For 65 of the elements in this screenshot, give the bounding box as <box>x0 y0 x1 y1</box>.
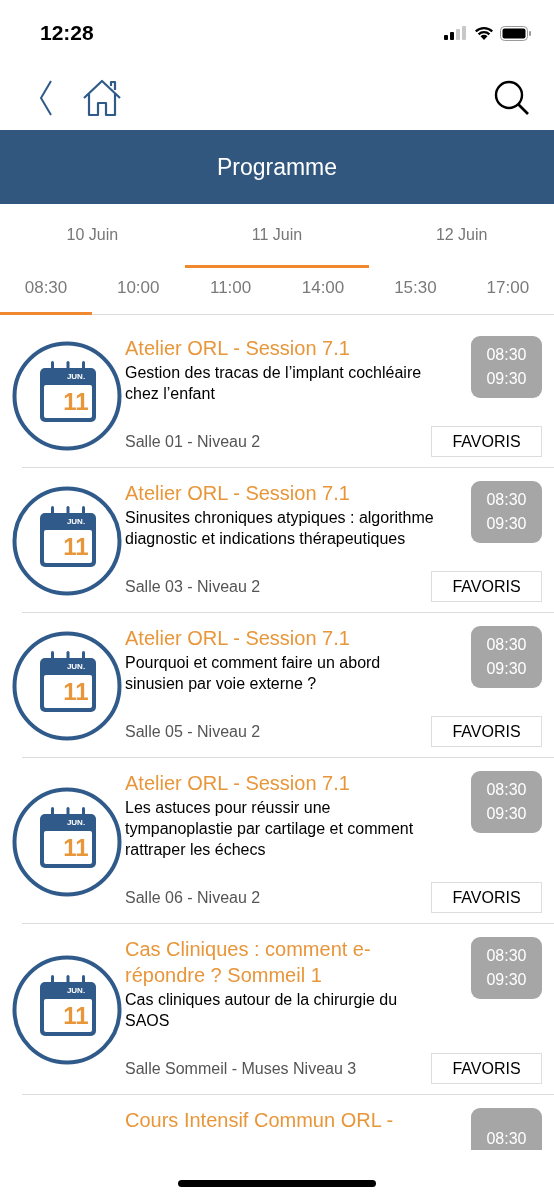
session-location: Salle 03 - Niveau 2 <box>125 577 261 596</box>
favorites-button[interactable]: FAVORIS <box>431 571 542 602</box>
calendar-day: 11 <box>57 680 95 704</box>
battery-icon <box>500 25 532 41</box>
day-tab[interactable]: 11 Juin <box>184 204 370 268</box>
time-tab[interactable]: 10:00 <box>92 268 185 315</box>
favorites-button[interactable]: FAVORIS <box>431 426 542 457</box>
home-indicator[interactable] <box>178 1179 376 1187</box>
favorites-button[interactable]: FAVORIS <box>431 882 542 913</box>
time-tab[interactable]: 11:00 <box>184 268 277 315</box>
calendar-icon <box>12 341 122 451</box>
session-title[interactable]: Atelier ORL - Session 7.1 <box>125 480 437 506</box>
end-time: 09:30 <box>486 661 527 677</box>
calendar-month: JUN. <box>65 817 87 828</box>
session-description: Gestion des tracas de l’implant cochléaire chez l’enfant <box>125 363 423 404</box>
day-tab[interactable]: 12 Juin <box>369 204 554 268</box>
calendar-month: JUN. <box>65 372 87 382</box>
session-title[interactable]: Atelier ORL - Session 7.1 <box>125 770 437 796</box>
start-time: 08:30 <box>486 782 527 798</box>
start-time: 08:30 <box>486 492 527 508</box>
end-time: 09:30 <box>486 972 527 988</box>
back-icon[interactable] <box>38 80 54 116</box>
calendar-month: JUN. <box>65 662 87 672</box>
start-time: 08:30 <box>486 637 527 653</box>
end-time: 09:30 <box>486 371 527 387</box>
calendar-day: 11 <box>57 535 95 559</box>
calendar-month: JUN. <box>65 986 87 996</box>
start-time: 08:30 <box>486 1131 527 1147</box>
end-time: 09:30 <box>486 516 527 532</box>
start-time: 08:30 <box>486 948 527 964</box>
time-tab[interactable]: 14:00 <box>276 268 370 315</box>
signal-icon <box>444 26 468 40</box>
session-description: Sinusites chroniques atypiques : algorithme diagnostic et indications thérapeutiques <box>125 508 435 549</box>
time-tab[interactable]: 15:30 <box>369 268 462 315</box>
day-tab[interactable]: 10 Juin <box>0 204 185 268</box>
session-description: Pourquoi et comment faire un abord sinusien par voie externe ? <box>125 653 382 694</box>
calendar-icon <box>12 786 122 897</box>
page-title: Programme <box>216 153 338 181</box>
favorites-button[interactable]: FAVORIS <box>431 716 542 747</box>
status-time: 12:28 <box>40 21 94 45</box>
session-description: Cas cliniques autour de la chirurgie du SAOS <box>125 990 399 1031</box>
wifi-icon <box>474 26 494 40</box>
session-location: Salle 01 - Niveau 2 <box>125 432 261 451</box>
end-time: 09:30 <box>486 806 527 822</box>
session-location: Salle 06 - Niveau 2 <box>125 888 261 907</box>
calendar-icon <box>12 486 122 596</box>
search-icon[interactable] <box>494 80 530 116</box>
session-title[interactable]: Cours Intensif Commun ORL - <box>125 1107 437 1133</box>
calendar-day: 11 <box>57 390 95 414</box>
session-description: Les astuces pour réussir une tympanoplastie par cartilage et comment rattraper les échecs <box>125 798 415 860</box>
session-title[interactable]: Atelier ORL - Session 7.1 <box>125 335 437 361</box>
calendar-icon <box>12 631 122 741</box>
session-title[interactable]: Atelier ORL - Session 7.1 <box>125 625 437 651</box>
calendar-day: 11 <box>57 1004 95 1028</box>
time-tab[interactable]: 08:30 <box>0 268 92 315</box>
home-icon[interactable] <box>82 79 122 117</box>
session-location: Salle 05 - Niveau 2 <box>125 722 261 741</box>
calendar-month: JUN. <box>65 517 87 527</box>
calendar-icon <box>12 955 122 1065</box>
session-title[interactable]: Cas Cliniques : comment e-répondre ? Sommeil 1 <box>125 936 437 988</box>
session-location: Salle Sommeil - Muses Niveau 3 <box>125 1059 357 1078</box>
start-time: 08:30 <box>486 347 527 363</box>
calendar-day: 11 <box>57 835 95 860</box>
favorites-button[interactable]: FAVORIS <box>431 1053 542 1084</box>
time-tab[interactable]: 17:00 <box>461 268 554 315</box>
